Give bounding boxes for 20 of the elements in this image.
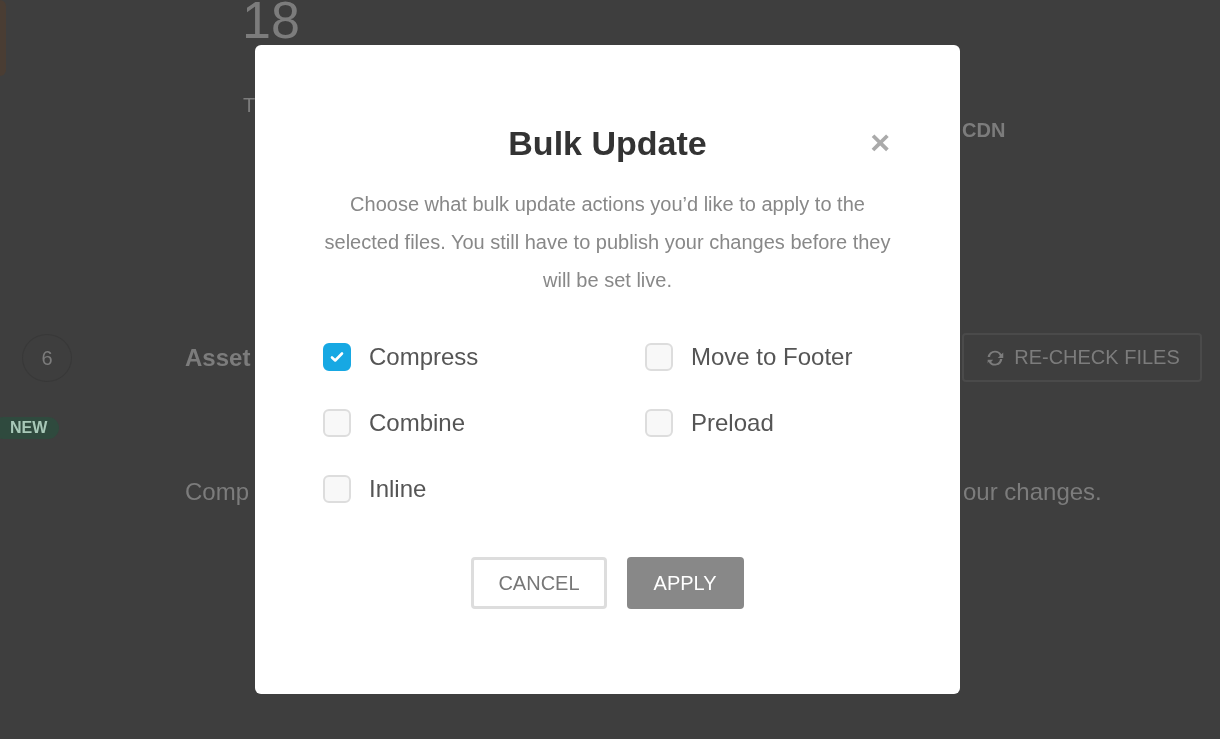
checkmark-icon (329, 349, 345, 365)
close-button[interactable]: × (868, 127, 892, 157)
stat-label: T (243, 94, 256, 117)
stat-value: 18 (242, 0, 300, 46)
new-tag: NEW (0, 417, 60, 439)
checkbox-label: Inline (369, 475, 427, 503)
cancel-button[interactable]: CANCEL (471, 557, 607, 609)
checkbox-label: Move to Footer (691, 343, 853, 371)
recheck-files-button[interactable]: RE-CHECK FILES (962, 333, 1202, 382)
modal-description: Choose what bulk update actions you’d like to apply to the selected files. You still have to publish your changes before they will be set live. (323, 192, 892, 293)
column-heading: CDN (962, 119, 1006, 142)
checkbox-label: Compress (369, 343, 479, 371)
checkbox-label: Combine (369, 409, 466, 437)
apply-button[interactable]: APPLY (626, 557, 744, 609)
modal-title: Bulk Update (508, 123, 707, 164)
notice-text: Comp (185, 478, 250, 506)
checkbox-label: Preload (691, 409, 774, 437)
section-title: Asset (185, 344, 251, 372)
notice-text: our changes. (963, 478, 1102, 506)
checkbox[interactable] (323, 343, 351, 371)
